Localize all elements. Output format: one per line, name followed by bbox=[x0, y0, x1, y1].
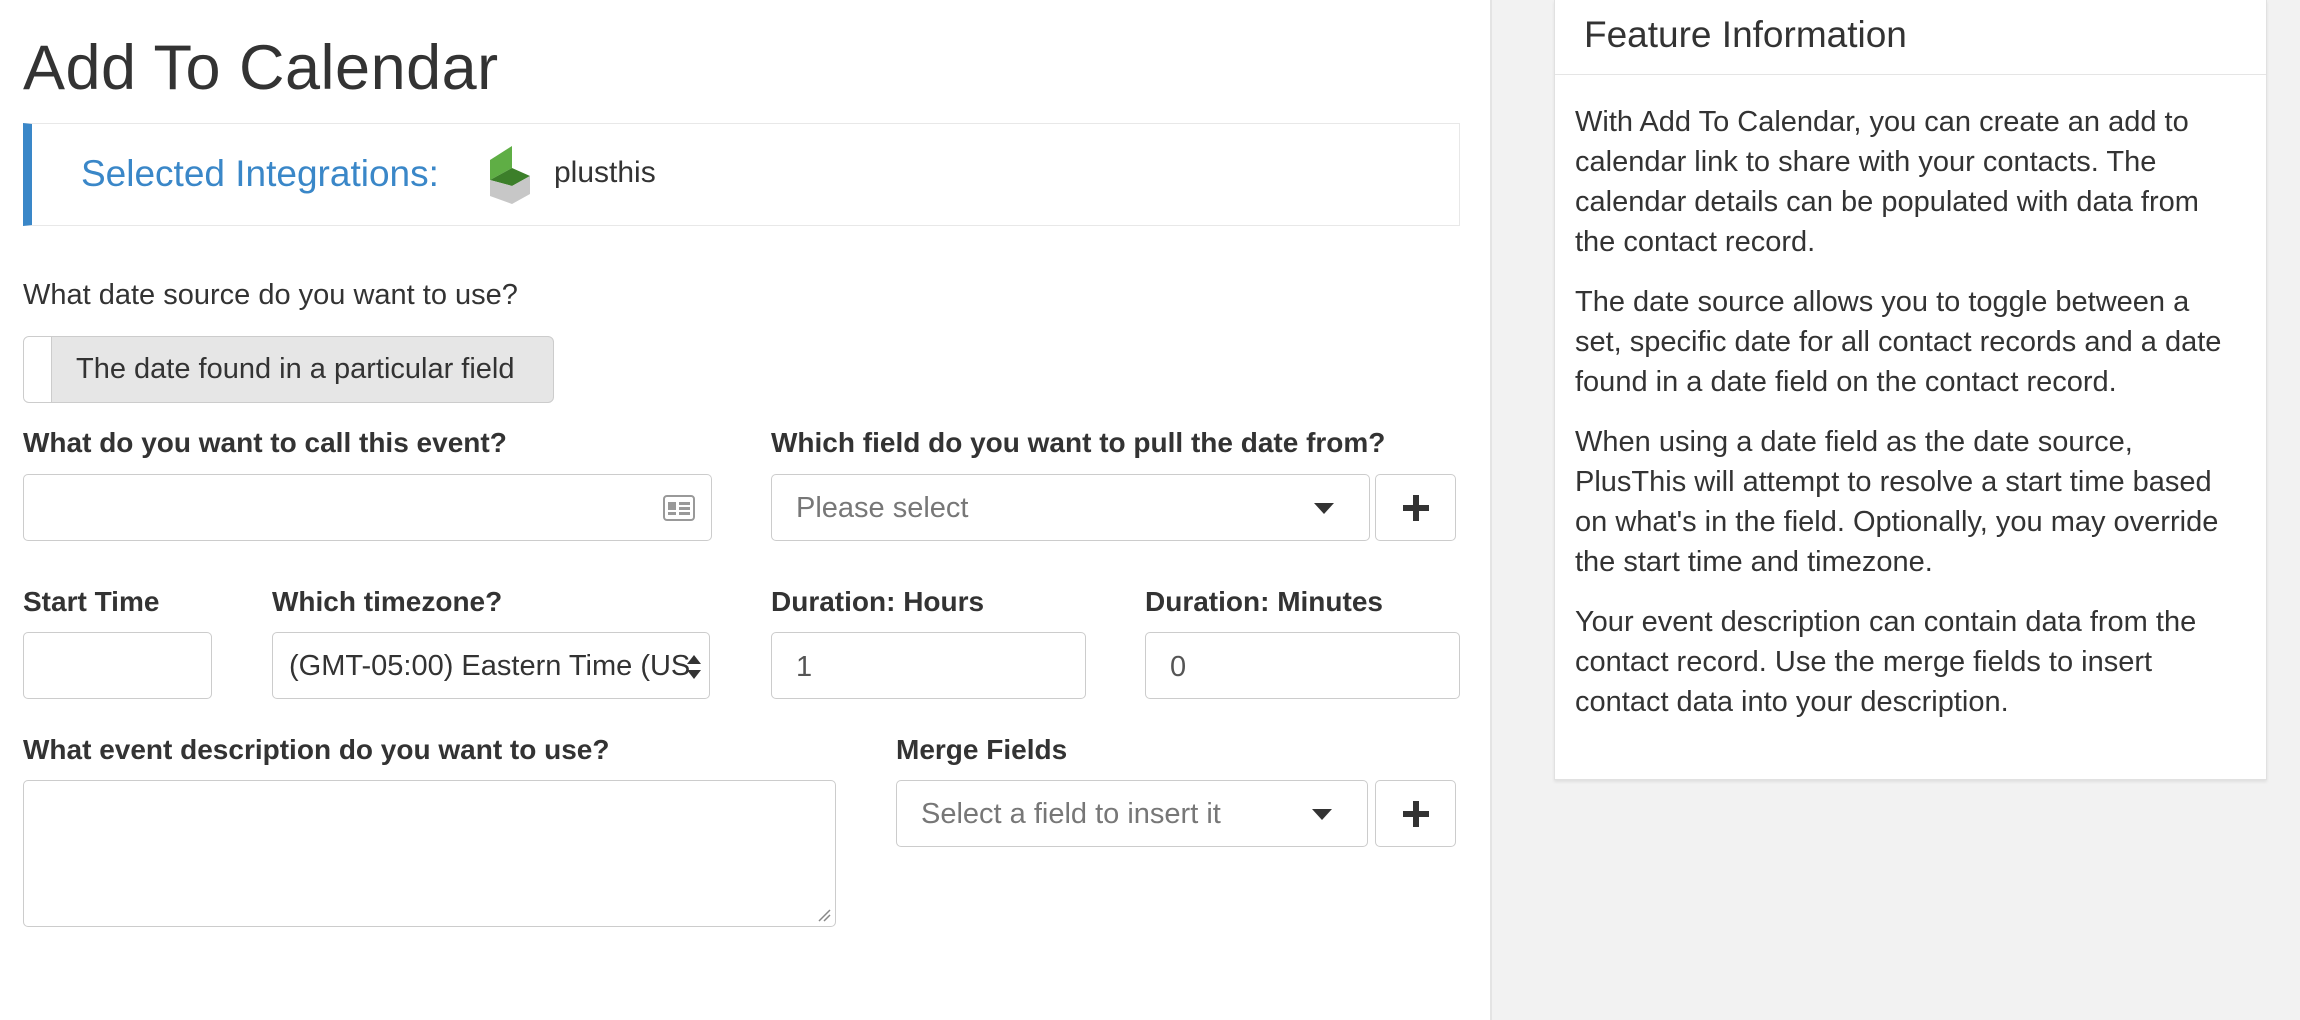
duration-hours-input[interactable]: 1 bbox=[771, 632, 1086, 699]
plus-icon bbox=[1403, 495, 1429, 521]
select-arrows-icon bbox=[687, 655, 701, 679]
duration-minutes-label: Duration: Minutes bbox=[1145, 586, 1383, 617]
duration-minutes-value: 0 bbox=[1170, 651, 1187, 683]
feature-information-title: Feature Information bbox=[1555, 0, 2266, 75]
date-source-toggle-label: The date found in a particular field bbox=[76, 353, 515, 385]
add-date-field-button[interactable] bbox=[1375, 474, 1456, 541]
page: Add To Calendar Selected Integrations: p… bbox=[0, 0, 2300, 1020]
integration-name: plusthis bbox=[554, 156, 656, 189]
page-title: Add To Calendar bbox=[23, 33, 499, 103]
event-description-textarea[interactable] bbox=[23, 780, 836, 927]
date-field-selected: Please select bbox=[796, 492, 969, 524]
merge-fields-placeholder: Select a field to insert it bbox=[921, 798, 1221, 830]
feature-info-paragraph: When using a date field as the date sour… bbox=[1575, 426, 2219, 578]
plusthis-logo-icon bbox=[490, 146, 530, 204]
toggle-knob[interactable] bbox=[24, 337, 52, 402]
event-name-label: What do you want to call this event? bbox=[23, 427, 507, 458]
feature-information-body: With Add To Calendar, you can create an … bbox=[1555, 75, 2266, 722]
date-field-label: Which field do you want to pull the date… bbox=[771, 427, 1386, 458]
duration-hours-label: Duration: Hours bbox=[771, 586, 985, 617]
contact-card-icon bbox=[663, 495, 695, 521]
main-content: Add To Calendar Selected Integrations: p… bbox=[0, 0, 1490, 1020]
event-description-label: What event description do you want to us… bbox=[23, 734, 610, 765]
plus-icon bbox=[1403, 801, 1429, 827]
selected-integrations-panel: Selected Integrations: plusthis bbox=[23, 123, 1460, 226]
date-source-question: What date source do you want to use? bbox=[23, 279, 518, 311]
add-merge-field-button[interactable] bbox=[1375, 780, 1456, 847]
timezone-label: Which timezone? bbox=[272, 586, 503, 617]
duration-minutes-input[interactable]: 0 bbox=[1145, 632, 1460, 699]
feature-info-paragraph: Your event description can contain data … bbox=[1575, 606, 2197, 718]
feature-info-paragraph: With Add To Calendar, you can create an … bbox=[1575, 106, 2199, 258]
feature-info-paragraph: The date source allows you to toggle bet… bbox=[1575, 286, 2222, 398]
duration-hours-value: 1 bbox=[796, 651, 813, 683]
timezone-select[interactable]: (GMT-05:00) Eastern Time (US & Canada) bbox=[272, 632, 710, 699]
timezone-selected: (GMT-05:00) Eastern Time (US & Canada) bbox=[289, 650, 689, 682]
chevron-down-icon bbox=[1312, 809, 1332, 820]
date-field-select[interactable]: Please select bbox=[771, 474, 1370, 541]
start-time-label: Start Time bbox=[23, 586, 160, 617]
selected-integrations-label: Selected Integrations: bbox=[81, 153, 439, 194]
merge-fields-select[interactable]: Select a field to insert it bbox=[896, 780, 1368, 847]
sidebar: Feature Information With Add To Calendar… bbox=[1490, 0, 2300, 1020]
feature-information-panel: Feature Information With Add To Calendar… bbox=[1554, 0, 2267, 780]
date-source-toggle[interactable]: The date found in a particular field bbox=[23, 336, 554, 403]
event-name-input[interactable] bbox=[23, 474, 712, 541]
merge-fields-label: Merge Fields bbox=[896, 734, 1068, 765]
start-time-input[interactable] bbox=[23, 632, 212, 699]
resize-handle-icon[interactable] bbox=[817, 908, 831, 922]
chevron-down-icon bbox=[1314, 503, 1334, 514]
